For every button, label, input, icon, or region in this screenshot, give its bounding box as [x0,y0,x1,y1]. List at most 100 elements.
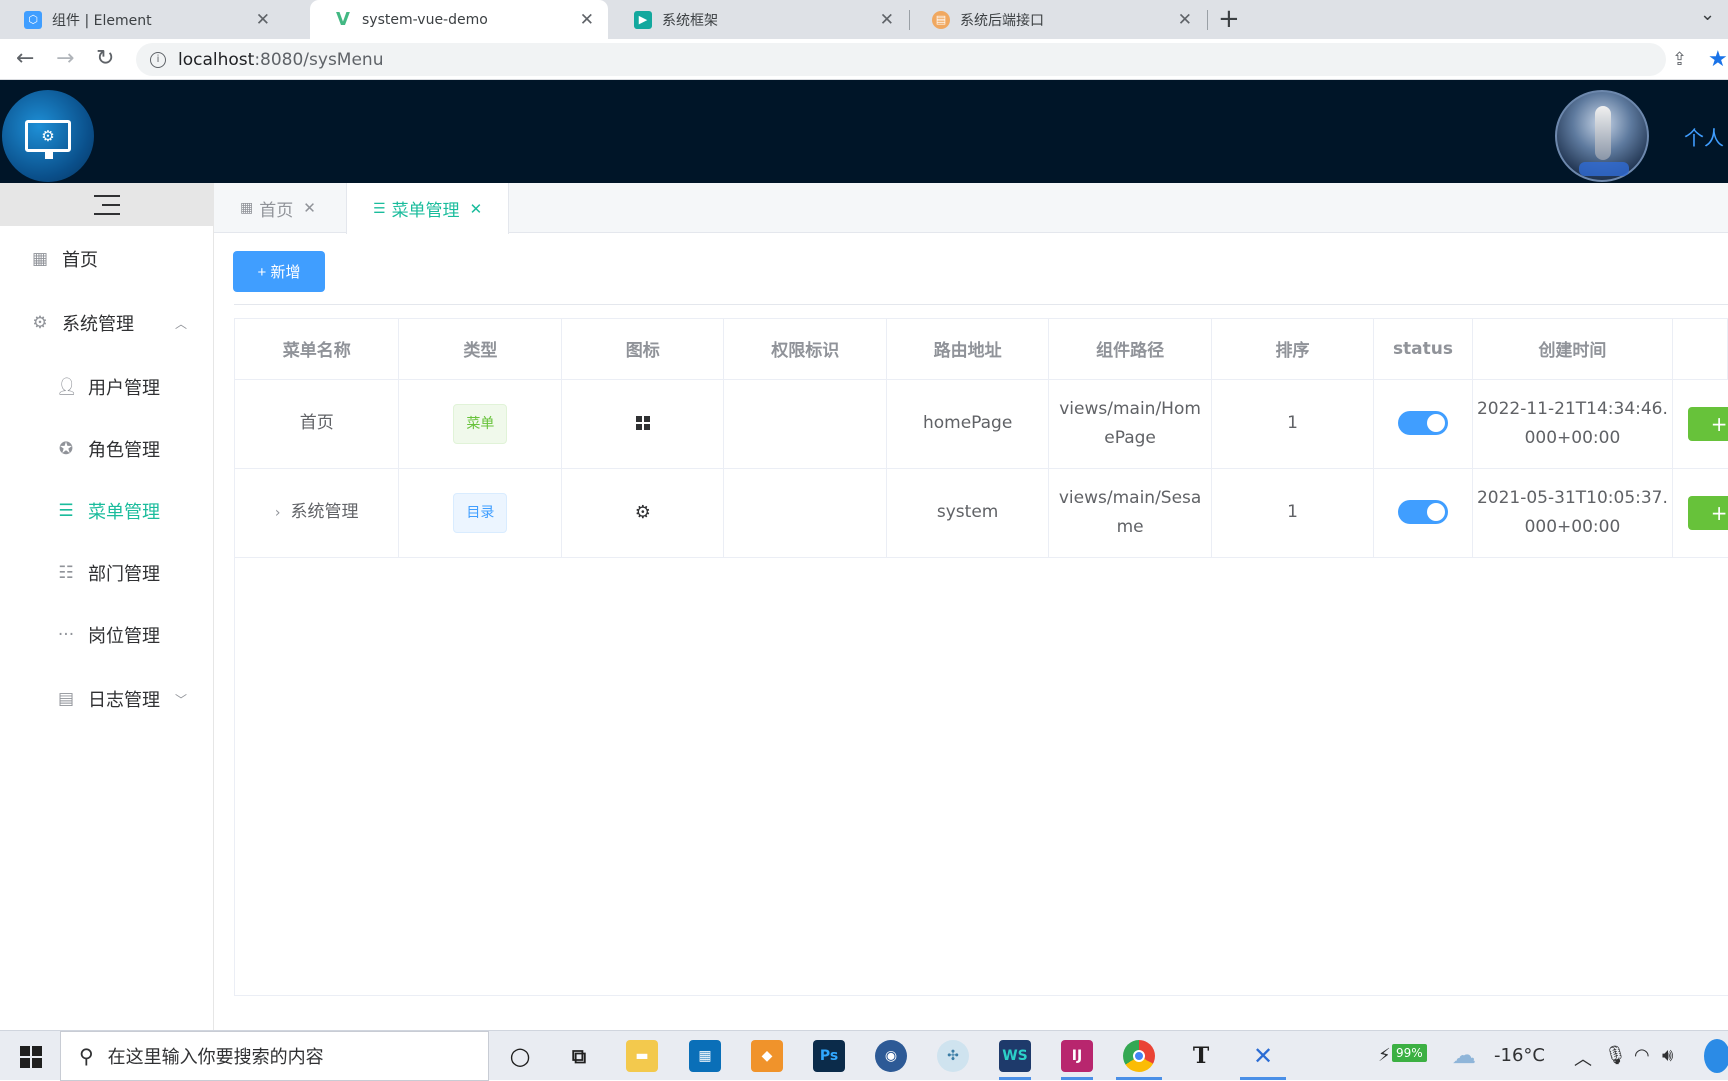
sidebar-item-positions[interactable]: ··· 岗位管理 [0,604,213,666]
url-path: :8080/sysMenu [254,49,384,70]
cell-operations: + [1672,468,1728,558]
sidebar-item-users[interactable]: 👤︎ 用户管理 [0,356,213,418]
add-child-button[interactable]: + [1687,406,1728,441]
tab-menu-management[interactable]: ☰ 菜单管理 ✕ [346,183,510,234]
wifi-icon[interactable]: ◠ [1634,1045,1650,1066]
sidebar-item-menus[interactable]: ☰ 菜单管理 [0,480,213,542]
close-icon[interactable]: ✕ [1178,10,1192,30]
sidebar-item-logs[interactable]: ▤ 日志管理 ﹀ [0,666,213,732]
reload-icon[interactable]: ↻ [96,46,114,71]
column-header: 路由地址 [886,319,1050,380]
table-header-row: 菜单名称 类型 图标 权限标识 路由地址 组件路径 排序 status 创建时间 [235,319,1728,380]
column-header: 排序 [1211,319,1374,380]
tab-home[interactable]: ▦ 首页 ✕ [214,183,342,233]
element-favicon-icon: ⬡ [24,10,42,29]
cell-created: 2022-11-21T14:34:46. 000+00:00 [1472,379,1673,469]
browser-tab-backend-api[interactable]: ▤ 系统后端接口 ✕ [908,0,1208,39]
sidebar: ▦ 首页 ⚙ 系统管理 ︿ 👤︎ 用户管理 ✪ 角色管理 ☰ 菜单管理 ☷ 部门… [0,183,214,1030]
close-icon[interactable]: ✕ [303,199,316,217]
close-icon[interactable]: ✕ [880,10,894,30]
table-row[interactable]: › 系统管理 目录 ⚙ system views/main/Sesa me 1 20… [235,468,1728,558]
panda-app-icon[interactable]: ◉ [875,1040,907,1072]
windows-start-icon[interactable] [20,1046,42,1068]
webstorm-icon[interactable]: WS [999,1040,1031,1072]
cortana-icon[interactable]: ○ [504,1040,536,1072]
cell-created: 2021-05-31T10:05:37. 000+00:00 [1472,468,1673,558]
column-header: 组件路径 [1048,319,1213,380]
add-child-button[interactable]: + [1687,495,1728,530]
user-center-link[interactable]: 个人 [1684,122,1724,151]
sidebar-item-label: 日志管理 [88,690,160,711]
notification-icon[interactable] [1704,1039,1728,1073]
sidebar-item-home[interactable]: ▦ 首页 [0,228,213,290]
microphone-icon[interactable]: 🎙︎ [1604,1045,1627,1066]
taskbar: ⚲ 在这里输入你要搜索的内容 ○ ⧉ ▬ ▦ ◆ Ps ◉ ✣ WS IJ T … [0,1030,1728,1081]
photoshop-icon[interactable]: Ps [813,1040,845,1072]
battery-level[interactable]: 99% [1392,1044,1427,1062]
intellij-icon[interactable]: IJ [1061,1040,1093,1072]
close-icon[interactable]: ✕ [580,10,594,30]
share-icon[interactable]: ⇪ [1672,49,1687,70]
chevron-up-icon[interactable]: ︿ [1574,1045,1592,1071]
collapse-toggle[interactable] [0,183,213,226]
search-icon: ⚲ [79,1044,94,1068]
tab-search-chevron-icon[interactable]: ⌄ [1700,4,1715,25]
task-view-icon[interactable]: ⧉ [563,1040,595,1072]
xmind-icon[interactable]: ✕ [1247,1040,1279,1072]
back-arrow-icon[interactable]: ← [16,46,34,71]
component-line: ePage [1104,427,1156,448]
browser-tab-system-framework[interactable]: ▶ 系统框架 ✕ [610,0,910,39]
cell-permission [723,379,888,469]
cell-permission [723,468,888,558]
sidebar-item-label: 角色管理 [88,440,160,461]
chevron-right-icon[interactable]: › [275,505,281,521]
url-input[interactable]: i localhost:8080/sysMenu [136,43,1666,76]
volume-icon[interactable]: 🔊︎ [1662,1045,1673,1066]
browser-tab-system-vue-demo[interactable]: V system-vue-demo ✕ [310,0,608,39]
office-icon[interactable]: ◆ [751,1040,783,1072]
monitor-icon: ⚙ [25,120,71,159]
component-line: views/main/Hom [1059,398,1201,419]
taskbar-search-input[interactable]: ⚲ 在这里输入你要搜索的内容 [60,1031,489,1081]
store-icon[interactable]: ▦ [689,1040,721,1072]
created-line: 000+00:00 [1524,516,1621,537]
cell-sort: 1 [1211,468,1374,558]
sidebar-item-departments[interactable]: ☷ 部门管理 [0,542,213,604]
close-icon[interactable]: ✕ [470,200,483,218]
avatar[interactable] [1555,90,1649,182]
cell-component: views/main/Sesa me [1048,468,1213,558]
status-toggle[interactable] [1397,411,1448,435]
app-logo[interactable]: ⚙ [2,90,94,182]
gear-icon: ⚙ [32,313,48,333]
add-button[interactable]: + 新增 [233,251,325,292]
typora-icon[interactable]: T [1185,1040,1217,1072]
cell-name: 首页 [235,379,400,469]
new-tab-icon[interactable]: + [1218,4,1240,34]
close-icon[interactable]: ✕ [256,10,270,30]
file-explorer-icon[interactable]: ▬ [626,1040,658,1072]
column-header: 图标 [561,319,725,380]
search-placeholder: 在这里输入你要搜索的内容 [107,1047,324,1068]
status-toggle[interactable] [1397,500,1448,524]
charging-icon: ⚡ [1378,1045,1391,1066]
grid-icon: ▦ [240,200,254,216]
page-tabs: ▦ 首页 ✕ ☰ 菜单管理 ✕ [214,183,1728,234]
info-icon[interactable]: i [150,51,166,68]
sidebar-item-system[interactable]: ⚙ 系统管理 ︿ [0,290,213,356]
menu-table: 菜单名称 类型 图标 权限标识 路由地址 组件路径 排序 status 创建时间… [234,318,1728,996]
network-tool-icon[interactable]: ✣ [937,1040,969,1072]
document-icon: ▤ [57,689,75,709]
browser-tab-element[interactable]: ⬡ 组件 | Element ✕ [0,0,284,39]
sidebar-item-label: 首页 [62,250,98,271]
cell-icon [561,379,725,469]
weather-temperature[interactable]: -16°C [1494,1045,1545,1066]
weather-cloud-icon[interactable]: ☁ [1452,1041,1476,1069]
cell-name: › 系统管理 [235,468,400,558]
bookmark-star-icon[interactable]: ★ [1708,47,1728,72]
sidebar-item-roles[interactable]: ✪ 角色管理 [0,418,213,480]
sidebar-item-label: 菜单管理 [88,502,160,523]
tab-label: 菜单管理 [391,201,460,221]
forward-arrow-icon[interactable]: → [56,46,74,71]
table-row[interactable]: 首页 菜单 homePage views/main/Hom ePage 1 202… [235,379,1728,469]
chrome-icon[interactable] [1123,1040,1155,1072]
